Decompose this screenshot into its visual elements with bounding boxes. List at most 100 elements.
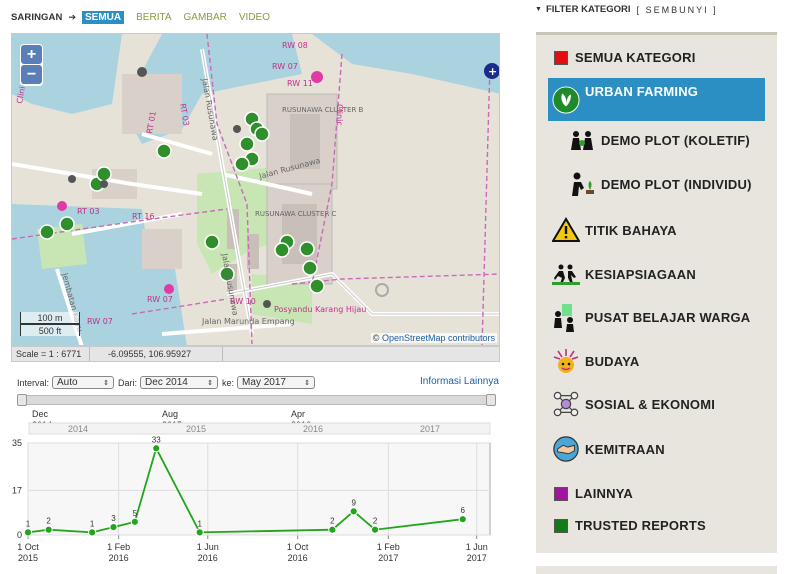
partnership-icon <box>552 435 580 463</box>
arrow-right-icon: ➔ <box>68 11 77 22</box>
map-label-cluster: RUSUNAWA CLUSTER B <box>282 106 364 114</box>
category-label: PUSAT BELAJAR WARGA <box>585 309 751 325</box>
x-tick-year: 2015 <box>18 553 38 563</box>
year-label: 2015 <box>186 424 206 434</box>
select-arrows-icon: ⇕ <box>103 379 110 387</box>
category-label: LAINNYA <box>575 486 633 501</box>
scale-feet: 500 ft <box>20 324 80 336</box>
map-label-rw: RW 08 <box>282 41 308 50</box>
plot-area <box>27 442 491 536</box>
category-label: KESIAPSIAGAAN <box>585 266 696 282</box>
osm-attribution-link[interactable]: OpenStreetMap contributors <box>382 333 495 343</box>
learning-center-icon <box>552 303 580 332</box>
data-point <box>109 523 118 532</box>
x-tick-year: 2017 <box>467 553 487 563</box>
category-label: DEMO PLOT (KOLETIF) <box>601 132 750 148</box>
category-label: SOSIAL & EKONOMI <box>585 396 716 412</box>
x-tick-year: 2017 <box>378 553 398 563</box>
category-label: TRUSTED REPORTS <box>575 518 706 533</box>
data-label: 33 <box>152 435 161 444</box>
content-filter-bar: SARINGAN ➔ SEMUA BERITA GAMBAR VIDEO <box>11 10 282 24</box>
category-titik-bahaya[interactable]: TITIK BAHAYA <box>552 216 677 244</box>
data-point <box>152 444 161 453</box>
evacuation-icon <box>552 260 580 288</box>
to-date-select[interactable]: May 2017 ⇕ <box>237 376 316 389</box>
top-tick-month: Aug <box>162 409 178 419</box>
category-lainnya[interactable]: LAINNYA <box>554 486 633 501</box>
x-tick-label: 1 Feb <box>377 542 400 552</box>
category-demo-plot-individu[interactable]: DEMO PLOT (INDIVIDU) <box>568 170 752 198</box>
category-semua-kategori[interactable]: SEMUA KATEGORI <box>554 50 696 65</box>
data-point <box>458 515 467 524</box>
scale-bar: 100 m 500 ft <box>20 312 80 336</box>
category-urban-farming[interactable]: URBAN FARMING <box>548 78 765 121</box>
data-label: 6 <box>461 506 466 515</box>
data-label: 2 <box>330 517 335 526</box>
category-sosial-ekonomi[interactable]: SOSIAL & EKONOMI <box>552 390 715 418</box>
data-label: 3 <box>111 514 116 523</box>
zoom-in-button[interactable]: + <box>21 45 42 64</box>
to-date-value: May 2017 <box>242 377 286 388</box>
map-label-rt: RT 03 <box>77 207 100 216</box>
tab-semua[interactable]: SEMUA <box>82 10 125 24</box>
y-tick-label: 0 <box>17 530 22 540</box>
tab-berita[interactable]: BERITA <box>136 12 171 23</box>
triangle-down-icon: ▼ <box>535 6 542 13</box>
category-pusat-belajar-warga[interactable]: PUSAT BELAJAR WARGA <box>552 303 751 332</box>
to-label: ke: <box>222 377 235 388</box>
map-label-rw: RW 07 <box>272 62 298 71</box>
select-arrows-icon: ⇕ <box>304 379 311 387</box>
hide-toggle-link[interactable]: [ SEMBUNYI ] <box>637 5 718 15</box>
data-point <box>349 507 358 516</box>
data-label: 2 <box>46 517 51 526</box>
year-label: 2016 <box>303 424 323 434</box>
map-view[interactable]: + Jalan Rusunawa Jalan Rusunawa Jalan Ru… <box>11 33 500 346</box>
category-demo-plot-koletif[interactable]: DEMO PLOT (KOLETIF) <box>568 126 750 154</box>
interval-select[interactable]: Auto ⇕ <box>52 376 115 389</box>
map-label-rw: RW 07 <box>147 295 173 304</box>
from-date-select[interactable]: Dec 2014 ⇕ <box>140 376 219 389</box>
data-label: 9 <box>351 498 356 507</box>
map-label-rw: RW 11 <box>287 79 313 88</box>
square-icon <box>554 50 568 65</box>
year-label: 2014 <box>68 424 88 434</box>
top-tick-month: Dec <box>32 409 49 419</box>
svg-text:+: + <box>488 65 497 78</box>
data-point <box>88 528 97 537</box>
filter-label: SARINGAN <box>11 11 63 23</box>
x-tick-year: 2016 <box>198 553 218 563</box>
map-label-rw: RW 07 <box>87 317 113 326</box>
y-tick-label: 35 <box>12 438 22 448</box>
x-tick-year: 2016 <box>288 553 308 563</box>
data-point <box>328 525 337 534</box>
person-plant-icon <box>568 170 596 198</box>
category-filter-title: FILTER KATEGORI <box>545 4 631 15</box>
category-trusted-reports[interactable]: TRUSTED REPORTS <box>554 518 706 533</box>
from-date-value: Dec 2014 <box>145 377 188 388</box>
zoom-out-button[interactable]: − <box>21 65 42 84</box>
data-label: 1 <box>26 519 31 528</box>
data-point <box>23 528 33 537</box>
scale-meters: 100 m <box>20 312 80 324</box>
leaf-icon <box>552 85 580 114</box>
category-budaya[interactable]: BUDAYA <box>552 347 639 375</box>
map-tiles[interactable]: + Jalan Rusunawa Jalan Rusunawa Jalan Ru… <box>12 34 500 346</box>
data-point <box>370 525 380 534</box>
category-kesiapsiagaan[interactable]: KESIAPSIAGAAN <box>552 260 696 288</box>
x-tick-label: 1 Oct <box>287 542 309 552</box>
data-label: 2 <box>373 517 378 526</box>
group-plant-icon <box>568 126 596 154</box>
timeline-controls: Interval: Auto ⇕ Dari: Dec 2014 ⇕ ke: Ma… <box>17 376 319 389</box>
x-tick-year: 2016 <box>109 553 129 563</box>
map-label-rw: RW 10 <box>230 297 256 306</box>
timeline-range-slider[interactable] <box>17 394 496 406</box>
category-label: DEMO PLOT (INDIVIDU) <box>601 176 752 192</box>
warning-icon <box>552 216 580 244</box>
category-label: BUDAYA <box>585 353 640 369</box>
category-kemitraan[interactable]: KEMITRAAN <box>552 435 665 463</box>
tab-video[interactable]: VIDEO <box>239 12 270 23</box>
more-info-link[interactable]: Informasi Lainnya <box>420 376 499 387</box>
tab-gambar[interactable]: GAMBAR <box>184 12 227 23</box>
zoom-control: + − <box>20 44 43 86</box>
culture-mask-icon <box>552 347 580 375</box>
